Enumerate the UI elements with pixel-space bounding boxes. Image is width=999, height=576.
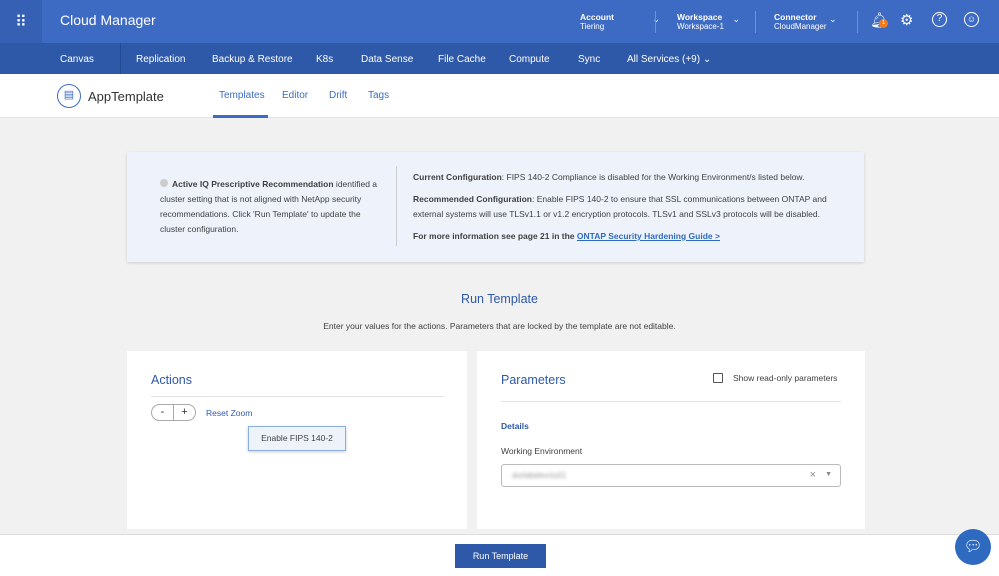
chevron-down-icon: ⌄ [732,14,740,24]
nav-canvas[interactable]: Canvas [60,54,94,65]
top-bar: ⠿ Cloud Manager Account Tiering ⌄ Workspac… [0,0,999,43]
chat-icon[interactable]: 💬︎ [955,529,991,565]
chevron-down-icon: ⌄ [828,14,837,24]
nav-replication[interactable]: Replication [136,54,185,65]
zoom-control: - + [151,404,196,421]
app-title: AppTemplate [88,89,164,104]
working-environment-label: Working Environment [501,446,583,456]
nav-k8s[interactable]: K8s [316,54,333,65]
connector-selector[interactable]: Connector CloudManager ⌄ [774,12,836,32]
working-environment-select[interactable]: durlabdevclu01 × ▼ [501,464,841,487]
chevron-down-icon: ⌄ [652,14,660,24]
nav-sync[interactable]: Sync [578,54,600,65]
parameters-title: Parameters [501,373,566,387]
app-header: ▤ AppTemplate Templates Editor Drift Tag… [0,74,999,118]
tab-tags[interactable]: Tags [368,90,389,101]
account-selector[interactable]: Account Tiering ⌄ [580,12,660,32]
show-readonly-checkbox[interactable] [713,373,723,383]
recommended-configuration: Recommended Configuration: Enable FIPS 1… [413,194,827,219]
workspace-selector[interactable]: Workspace Workspace-1 ⌄ [677,12,740,32]
active-tab-indicator [213,115,268,118]
tab-templates[interactable]: Templates [219,90,265,101]
run-template-button[interactable]: Run Template [455,544,546,568]
app-grid-icon[interactable]: ⠿ [0,0,42,43]
zoom-out-button[interactable]: - [152,405,174,420]
recommendation-summary: Active IQ Prescriptive Recommendation id… [160,179,378,234]
run-template-title: Run Template [461,292,538,306]
info-icon [160,179,168,187]
tab-drift[interactable]: Drift [329,90,347,101]
show-readonly-label: Show read-only parameters [733,373,838,383]
more-info: For more information see page 21 in the … [413,231,720,241]
nav-data-sense[interactable]: Data Sense [361,54,413,65]
nav-all-services[interactable]: All Services (+9) ⌄ [627,54,711,65]
working-environment-value: durlabdevclu01 [512,471,567,480]
current-configuration: Current Configuration: FIPS 140-2 Compli… [413,172,805,182]
footer-bar: Run Template [0,534,999,576]
actions-panel: Actions - + Reset Zoom Enable FIPS 140-2 [127,351,467,529]
reset-zoom-link[interactable]: Reset Zoom [206,408,252,418]
details-section-label: Details [501,421,529,431]
notification-badge: 1 [879,19,888,28]
gear-icon[interactable]: ⚙ [900,11,913,29]
run-template-subtitle: Enter your values for the actions. Param… [323,321,676,331]
hardening-guide-link[interactable]: ONTAP Security Hardening Guide > [577,231,720,241]
zoom-in-button[interactable]: + [174,405,195,420]
apptemplate-logo-icon: ▤ [57,84,81,108]
service-nav: Canvas Replication Backup & Restore K8s … [0,43,999,74]
action-node-enable-fips[interactable]: Enable FIPS 140-2 [248,426,346,451]
nav-file-cache[interactable]: File Cache [438,54,486,65]
help-icon[interactable]: ? [932,12,947,27]
parameters-panel: Parameters Show read-only parameters Det… [477,351,865,529]
tab-editor[interactable]: Editor [282,90,308,101]
nav-compute[interactable]: Compute [509,54,550,65]
brand-title: Cloud Manager [60,12,156,28]
dropdown-arrow-icon[interactable]: ▼ [825,471,832,478]
clear-icon[interactable]: × [810,469,816,481]
nav-backup-restore[interactable]: Backup & Restore [212,54,293,65]
user-icon[interactable]: ☺ [964,12,979,27]
recommendation-panel: Active IQ Prescriptive Recommendation id… [127,152,864,262]
actions-title: Actions [151,373,192,387]
